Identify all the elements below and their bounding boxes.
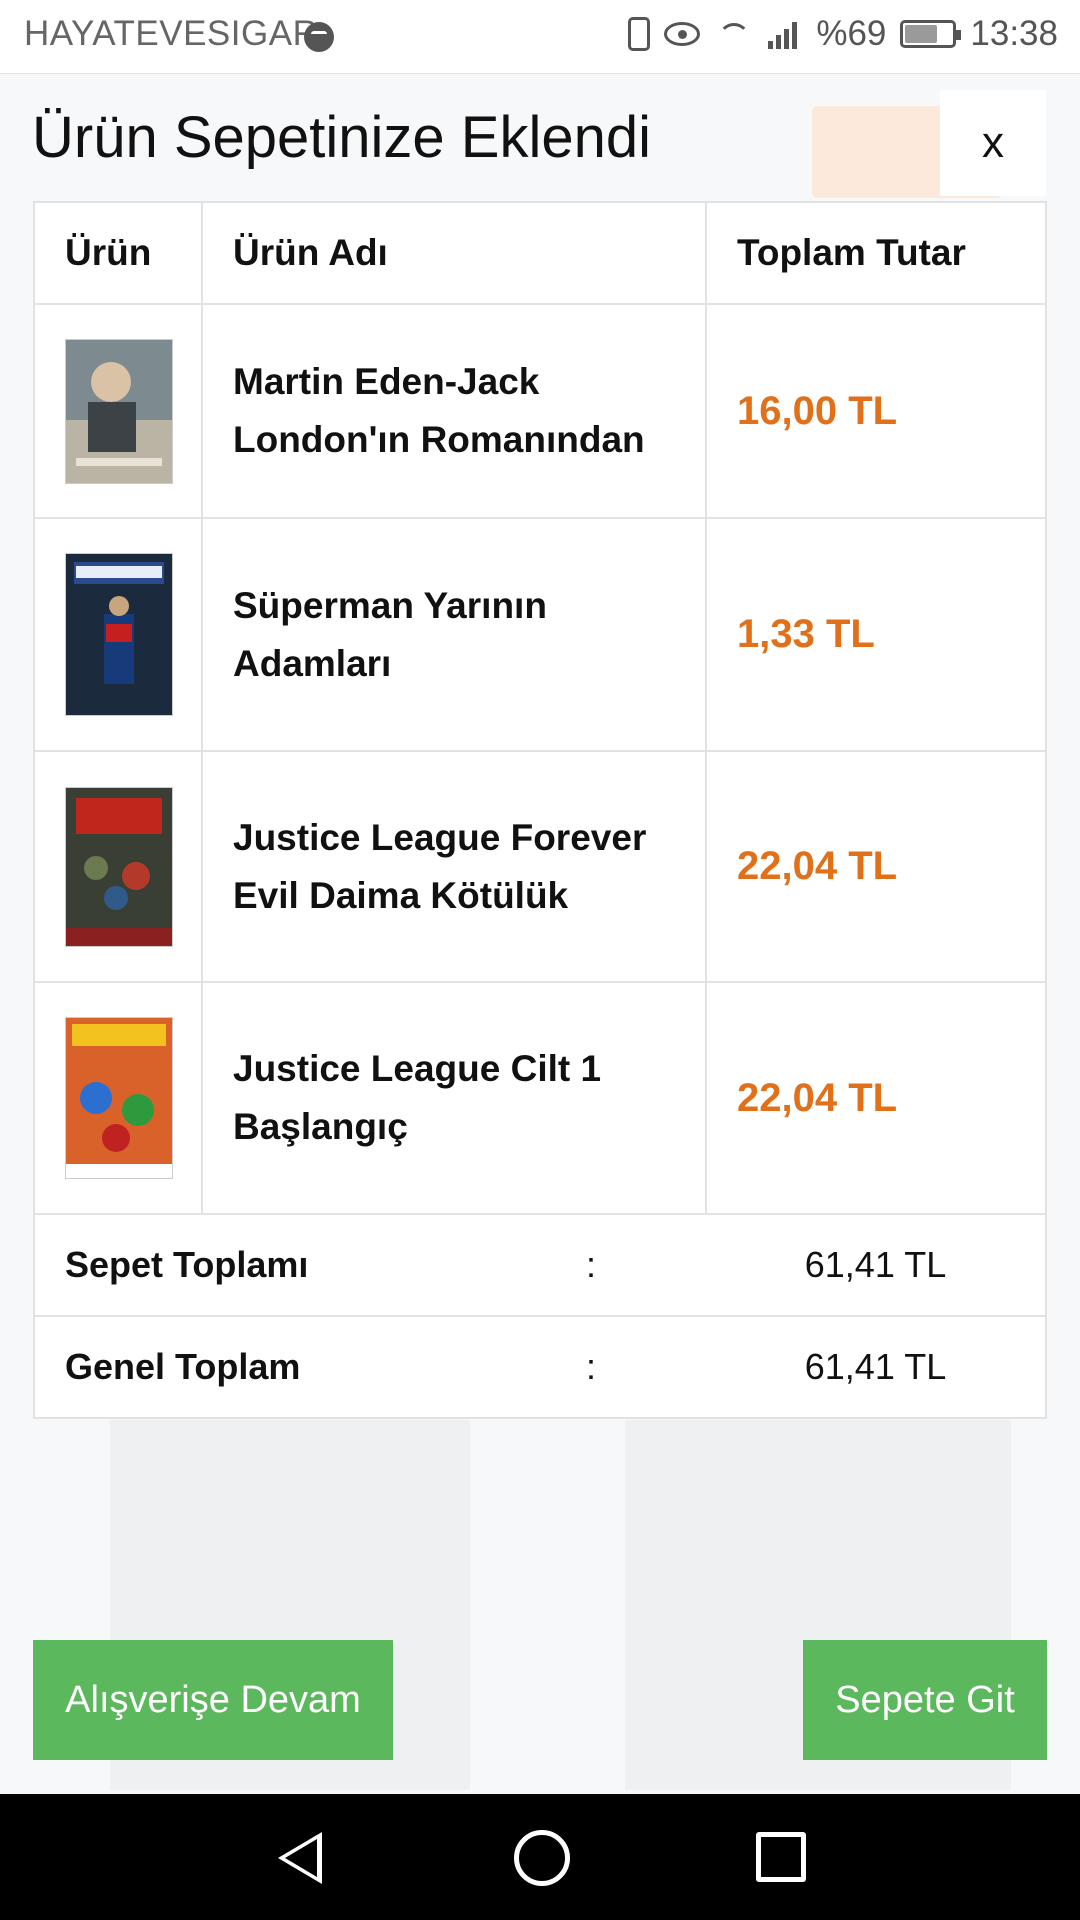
product-image-cell [33,303,203,519]
status-icons: %69 13:38 [628,14,1058,54]
summary-cell: Genel Toplam : [33,1315,706,1419]
cart-subtotal-row: Sepet Toplamı : 61,41 TL [33,1213,1047,1317]
product-name[interactable]: Süperman Yarının Adamları [201,517,707,752]
column-header: Ürün [33,201,203,305]
clock: 13:38 [970,14,1058,53]
cart-table: Ürün Ürün Adı Toplam Tutar Martin Eden-J… [33,201,1047,1419]
product-price: 16,00 TL [705,303,1047,519]
summary-colon: : [585,1346,596,1387]
close-button[interactable]: x [940,90,1046,196]
table-row: Süperman Yarının Adamları 1,33 TL [33,517,1047,752]
product-price: 22,04 TL [705,750,1047,983]
table-row: Justice League Cilt 1 Başlangıç 22,04 TL [33,981,1047,1215]
spotify-icon [304,22,334,52]
home-icon[interactable] [514,1830,570,1886]
column-header: Toplam Tutar [705,201,1047,305]
product-image-cell [33,517,203,752]
back-icon[interactable] [278,1832,322,1884]
carrier-name: HAYATEVESIGAR [24,14,319,53]
grand-total-label: Genel Toplam [65,1346,301,1387]
recent-apps-icon[interactable] [756,1832,806,1882]
table-header-row: Ürün Ürün Adı Toplam Tutar [33,201,1047,305]
battery-percent: %69 [816,14,887,53]
product-name[interactable]: Justice League Forever Evil Daima Kötülü… [201,750,707,983]
eye-comfort-icon [664,22,701,46]
summary-colon: : [585,1244,596,1285]
product-cover-image[interactable] [65,553,173,716]
table-row: Martin Eden-Jack London'ın Romanından 16… [33,303,1047,519]
signal-icon [768,19,802,49]
go-to-cart-button[interactable]: Sepete Git [803,1640,1047,1760]
summary-cell: Sepet Toplamı : [33,1213,706,1317]
status-bar: HAYATEVESIGAR %69 13:38 [0,0,1080,74]
table-row: Justice League Forever Evil Daima Kötülü… [33,750,1047,983]
product-cover-image[interactable] [65,786,173,947]
grand-total-value: 61,41 TL [706,1315,1047,1419]
modal-title: Ürün Sepetinize Eklendi [32,105,652,170]
product-price: 1,33 TL [705,517,1047,752]
product-cover-image[interactable] [65,1017,173,1179]
column-header: Ürün Adı [201,201,707,305]
wifi-icon [714,17,754,51]
product-image-cell [33,981,203,1215]
cart-subtotal-label: Sepet Toplamı [65,1244,309,1285]
vibrate-icon [628,17,651,51]
navigation-bar [0,1794,1080,1920]
grand-total-row: Genel Toplam : 61,41 TL [33,1315,1047,1419]
product-image-cell [33,750,203,983]
cart-subtotal-value: 61,41 TL [706,1213,1047,1317]
product-price: 22,04 TL [705,981,1047,1215]
product-name[interactable]: Martin Eden-Jack London'ın Romanından [201,303,707,519]
battery-icon [900,20,962,48]
product-cover-image[interactable] [65,338,173,484]
continue-shopping-button[interactable]: Alışverişe Devam [33,1640,393,1760]
product-name[interactable]: Justice League Cilt 1 Başlangıç [201,981,707,1215]
